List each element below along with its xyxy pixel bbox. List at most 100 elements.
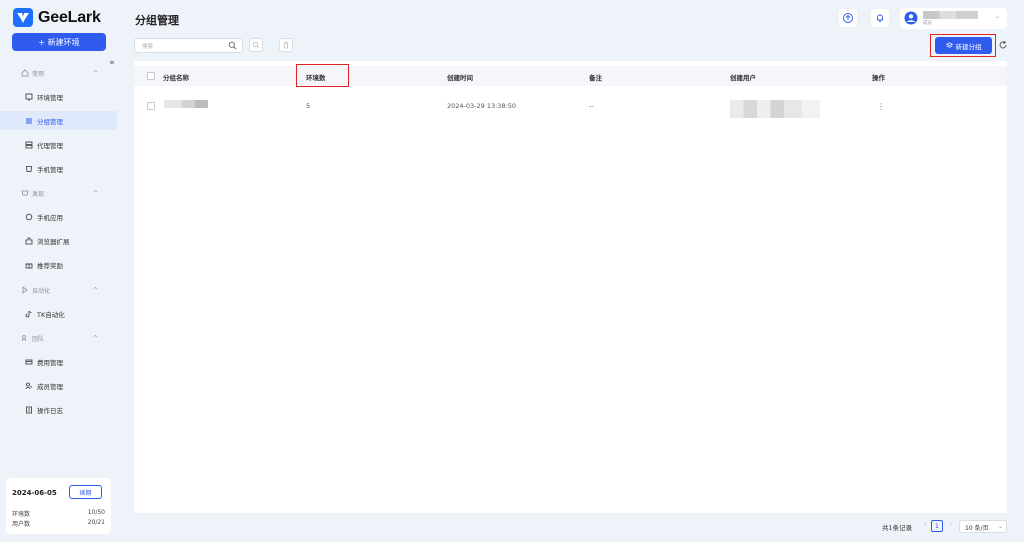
nav-group-team[interactable]: 团队 ^ — [0, 331, 117, 345]
env-quota-row: 环境数 10/50 — [12, 509, 105, 518]
avatar-icon — [904, 11, 918, 25]
upload-button[interactable] — [839, 9, 857, 27]
new-group-button[interactable]: 新建分组 — [935, 37, 992, 54]
expiry-date: 2024-06-05 — [12, 489, 57, 497]
user-name-redacted — [923, 11, 978, 19]
sidebar-item-label: 成员管理 — [37, 382, 63, 391]
sidebar-item-label: 推荐奖励 — [37, 261, 63, 270]
sidebar-item-extensions[interactable]: 浏览器扩展 — [0, 231, 117, 250]
select-all-checkbox[interactable] — [147, 72, 155, 80]
bell-icon — [877, 14, 883, 22]
app-root: GeeLark + 新建环境 « 常用 ^ 环境管理 分组管理 代理管理 手机管… — [0, 0, 1024, 542]
table-row[interactable]: 5 2024-03-29 13:38:50 -- ⋮ — [134, 96, 1007, 118]
trash-icon — [283, 41, 289, 49]
search-placeholder: 搜索 — [142, 44, 154, 50]
table-header: 分组名称 环境数 创建时间 备注 创建用户 操作 — [134, 66, 1007, 86]
chevron-left-icon[interactable]: ‹ — [921, 520, 929, 532]
row-checkbox[interactable] — [147, 102, 155, 110]
geelark-logo-icon — [13, 8, 33, 27]
chevron-up-icon: ^ — [93, 189, 99, 197]
environment-icon — [25, 93, 33, 101]
delete-button[interactable] — [279, 38, 293, 52]
sidebar-item-label: 手机应用 — [37, 213, 63, 222]
sidebar-item-label: 环境管理 — [37, 93, 63, 102]
sidebar-item-mobile-apps[interactable]: 手机应用 — [0, 207, 117, 226]
nav-group-label: 自动化 — [32, 287, 51, 295]
group-list-icon — [25, 117, 33, 125]
sidebar-item-label: 手机管理 — [37, 165, 63, 174]
search-icon[interactable] — [228, 41, 237, 50]
log-icon — [25, 406, 33, 414]
sidebar-item-label: 操作日志 — [37, 406, 63, 415]
layers-icon — [945, 42, 953, 48]
sidebar-item-label: 费用管理 — [37, 358, 63, 367]
sidebar-item-billing[interactable]: 费用管理 — [0, 352, 117, 371]
search-input[interactable]: 搜索 — [134, 38, 243, 53]
user-quota-label: 用户数 — [12, 521, 31, 528]
discover-icon — [21, 189, 29, 197]
env-quota-label: 环境数 — [12, 511, 31, 518]
sidebar-item-tk-automation[interactable]: TK自动化 — [0, 304, 117, 323]
column-header-actions: 操作 — [872, 74, 885, 82]
renew-button[interactable]: 续期 — [69, 485, 102, 499]
column-header-created-time[interactable]: 创建时间 — [447, 72, 473, 82]
more-actions-icon[interactable]: ⋮ — [877, 102, 885, 111]
nav-group-label: 发现 — [32, 190, 45, 198]
env-quota-value: 10/50 — [87, 509, 105, 516]
column-header-created-user[interactable]: 创建用户 — [730, 72, 756, 82]
sidebar-item-label: TK自动化 — [37, 310, 65, 319]
extension-icon — [25, 237, 33, 245]
user-quota-value: 20/21 — [87, 519, 105, 526]
column-header-env-count[interactable]: 环境数 — [306, 72, 326, 82]
chevron-up-icon: ^ — [93, 69, 99, 77]
home-icon — [21, 69, 29, 77]
column-header-name[interactable]: 分组名称 — [163, 72, 189, 82]
note-cell: -- — [589, 102, 594, 110]
nav-group-common[interactable]: 常用 ^ — [0, 66, 117, 80]
automation-icon — [21, 286, 29, 294]
members-icon — [25, 382, 33, 390]
user-role: 成员 — [923, 21, 932, 26]
sidebar-item-proxies[interactable]: 代理管理 — [0, 135, 117, 154]
nav-group-automation[interactable]: 自动化 ^ — [0, 283, 117, 297]
arrow-up-icon — [843, 13, 853, 23]
team-icon — [21, 334, 29, 342]
logo: GeeLark — [13, 8, 101, 27]
sidebar-item-label: 代理管理 — [37, 141, 63, 150]
sidebar: GeeLark + 新建环境 « 常用 ^ 环境管理 分组管理 代理管理 手机管… — [0, 0, 117, 542]
new-environment-button[interactable]: + 新建环境 — [12, 33, 106, 51]
plan-info-card: 2024-06-05 续期 环境数 10/50 用户数 20/21 — [6, 478, 111, 534]
nav-group-discover[interactable]: 发现 ^ — [0, 186, 117, 200]
sidebar-item-label: 分组管理 — [37, 117, 63, 126]
sidebar-item-logs[interactable]: 操作日志 — [0, 400, 117, 419]
page-size-select[interactable]: 10 条/页 ⌄ — [959, 520, 1007, 533]
refresh-icon[interactable] — [998, 40, 1008, 50]
notifications-button[interactable] — [871, 9, 889, 27]
sidebar-item-phones[interactable]: 手机管理 — [0, 159, 117, 178]
total-records: 共1条记录 — [882, 524, 913, 532]
gift-icon — [25, 261, 33, 269]
sidebar-item-groups[interactable]: 分组管理 — [0, 111, 117, 130]
page-title: 分组管理 — [135, 14, 179, 27]
created-user-redacted — [730, 100, 820, 118]
sidebar-item-environments[interactable]: 环境管理 — [0, 87, 117, 106]
phone-icon — [25, 165, 33, 173]
sidebar-item-members[interactable]: 成员管理 — [0, 376, 117, 395]
chevron-up-icon: ^ — [93, 334, 99, 342]
group-name-redacted — [164, 100, 208, 108]
sidebar-item-referral[interactable]: 推荐奖励 — [0, 255, 117, 274]
new-group-label: 新建分组 — [955, 42, 982, 51]
sidebar-item-label: 浏览器扩展 — [37, 237, 70, 246]
column-header-note[interactable]: 备注 — [589, 72, 602, 82]
advanced-search-button[interactable] — [249, 38, 263, 52]
main-panel — [134, 61, 1007, 513]
chevron-down-icon: ⌄ — [998, 523, 1004, 530]
app-icon — [25, 213, 33, 221]
page-size-value: 10 条/页 — [965, 525, 989, 532]
chevron-up-icon: ^ — [93, 286, 99, 294]
page-number-current[interactable]: 1 — [931, 520, 943, 532]
tiktok-icon — [25, 310, 33, 318]
env-count-cell: 5 — [306, 102, 311, 110]
chevron-right-icon[interactable]: › — [947, 520, 955, 532]
user-menu[interactable]: 成员 ⌄ — [900, 8, 1007, 29]
